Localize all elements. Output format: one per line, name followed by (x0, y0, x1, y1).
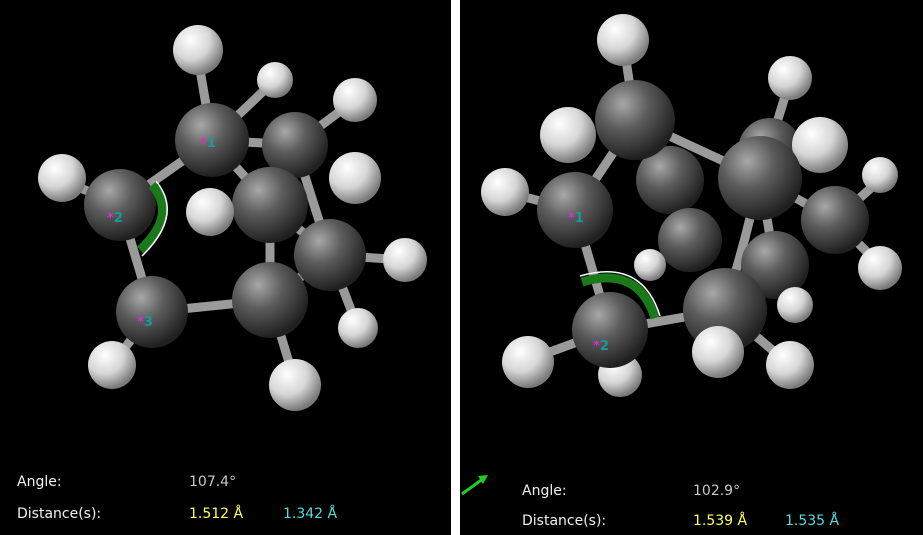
hydrogen-atom[interactable] (338, 308, 378, 348)
angle-label: Angle: (17, 474, 62, 490)
hydrogen-atom[interactable] (269, 359, 321, 411)
atom-label-2: *2 (107, 211, 123, 226)
molecule-view-left: *1 *2 *3 Angle: 107.4° Distance(s): 1.51… (0, 0, 451, 535)
hydrogen-atom[interactable] (768, 56, 812, 100)
hydrogen-atom[interactable] (88, 341, 136, 389)
atom-label-1: *1 (568, 211, 584, 226)
hydrogen-atom[interactable] (777, 287, 813, 323)
hydrogen-atom[interactable] (540, 107, 596, 163)
carbon-atom[interactable] (294, 219, 366, 291)
hydrogen-atom[interactable] (634, 249, 666, 281)
measurement-readout-right: Angle: 102.9° Distance(s): 1.539 Å 1.535… (460, 465, 923, 535)
molecule-3d-viewport-right[interactable]: *1 *2 (460, 0, 923, 465)
hydrogen-atom[interactable] (692, 326, 744, 378)
hydrogen-atom[interactable] (38, 154, 86, 202)
carbon-atom-3[interactable] (116, 276, 188, 348)
carbon-atom-1[interactable] (537, 172, 613, 248)
distance-value-2: 1.535 Å (785, 513, 840, 529)
distance-value-1: 1.512 Å (189, 506, 244, 522)
hydrogen-atom[interactable] (329, 152, 381, 204)
measurement-readout-left: Angle: 107.4° Distance(s): 1.512 Å 1.342… (0, 465, 451, 535)
hydrogen-atom[interactable] (257, 62, 293, 98)
distance-label: Distance(s): (522, 513, 607, 529)
distance-value-2: 1.342 Å (283, 506, 338, 522)
hydrogen-atom[interactable] (333, 78, 377, 122)
angle-value: 102.9° (693, 483, 741, 499)
carbon-atom-2[interactable] (572, 292, 648, 368)
carbon-atom[interactable] (658, 208, 722, 272)
hydrogen-atom[interactable] (858, 246, 902, 290)
distance-value-1: 1.539 Å (693, 513, 748, 529)
atom-label-1: *1 (200, 136, 216, 151)
angle-label: Angle: (522, 483, 567, 499)
molecule-view-right: *1 *2 Angle: 102.9° Distance(s): 1.539 Å… (460, 0, 923, 535)
carbon-atom[interactable] (595, 80, 675, 160)
hydrogen-atom[interactable] (173, 25, 223, 75)
angle-value: 107.4° (189, 474, 237, 490)
hydrogen-atom[interactable] (792, 117, 848, 173)
carbon-atom[interactable] (801, 186, 869, 254)
distance-label: Distance(s): (17, 506, 102, 522)
carbon-atom[interactable] (232, 167, 308, 243)
carbon-atom[interactable] (718, 136, 802, 220)
hydrogen-atom[interactable] (597, 14, 649, 66)
hydrogen-atom[interactable] (383, 238, 427, 282)
hydrogen-atom[interactable] (766, 341, 814, 389)
hydrogen-atom[interactable] (502, 336, 554, 388)
carbon-atom[interactable] (232, 262, 308, 338)
molecule-3d-viewport-left[interactable]: *1 *2 *3 (0, 0, 451, 465)
hydrogen-atom[interactable] (481, 168, 529, 216)
atom-label-2: *2 (593, 339, 609, 354)
hydrogen-atom[interactable] (186, 188, 234, 236)
hydrogen-atom[interactable] (862, 157, 898, 193)
carbon-atom-2[interactable] (84, 169, 156, 241)
atom-label-3: *3 (137, 315, 153, 330)
